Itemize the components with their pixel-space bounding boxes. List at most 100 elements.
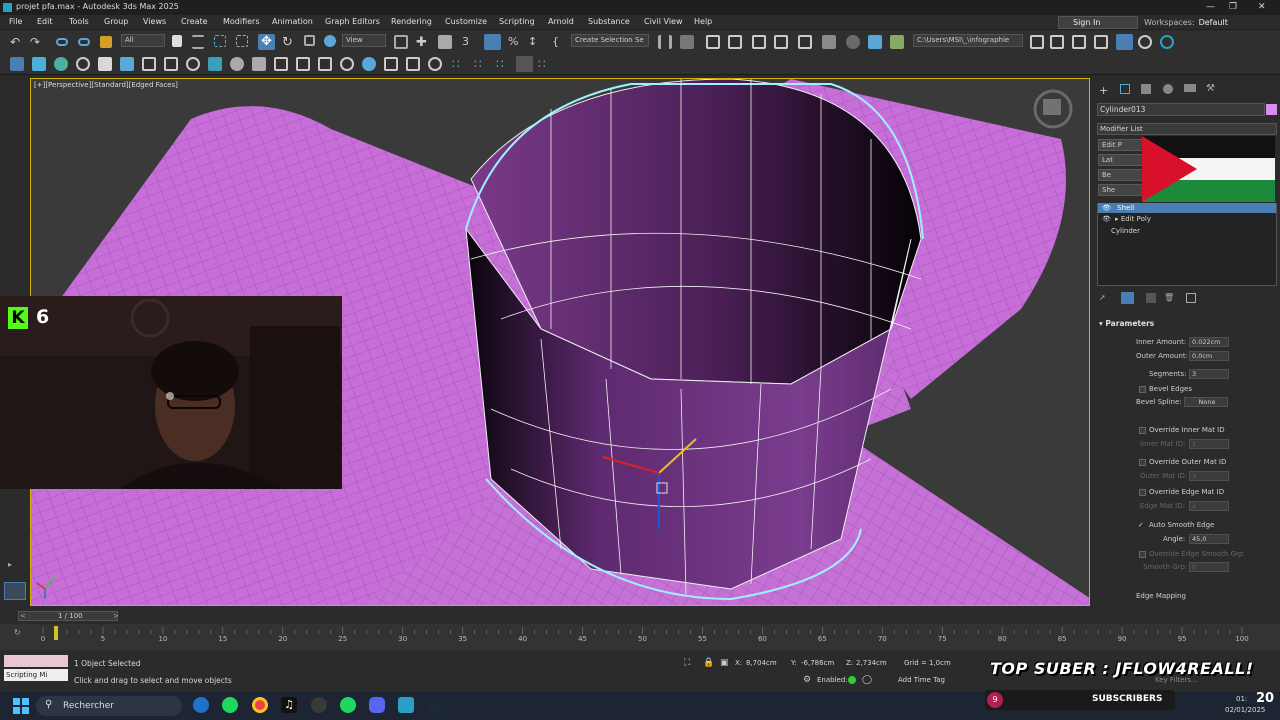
angle-snap-icon[interactable] <box>484 34 501 50</box>
grid-snap-icon[interactable]: ∷ <box>538 57 552 71</box>
rectangular-selection-icon[interactable] <box>214 35 226 47</box>
menu-file[interactable]: File <box>9 17 22 26</box>
expand-arrow-icon[interactable]: ▸ <box>8 560 12 569</box>
open-explorer-icon[interactable] <box>1050 35 1064 49</box>
sign-in-button[interactable]: Sign In <box>1058 16 1138 29</box>
inner-amount-spinner[interactable]: 0,022cm <box>1189 337 1229 347</box>
isolate-selection-icon[interactable]: ⛶ <box>684 658 690 668</box>
menu-substance[interactable]: Substance <box>588 17 630 26</box>
make-unique-icon[interactable] <box>1146 293 1156 303</box>
systems-icon[interactable] <box>318 57 332 71</box>
menu-help[interactable]: Help <box>694 17 712 26</box>
render-setup-icon[interactable] <box>846 35 860 49</box>
windows-start-icon[interactable] <box>13 698 29 714</box>
restore-icon[interactable]: ❐ <box>1229 2 1237 12</box>
help-icon[interactable] <box>1138 35 1152 49</box>
viewport-layout-icon[interactable] <box>1072 35 1086 49</box>
utilities-icon[interactable] <box>120 57 134 71</box>
show-end-result-icon[interactable] <box>1121 292 1134 304</box>
modify-panel-icon[interactable] <box>1120 84 1130 94</box>
edge-mat-spinner[interactable]: 2 <box>1189 501 1229 511</box>
keyboard-shortcut-icon[interactable] <box>438 35 452 49</box>
stack-item-cylinder[interactable]: Cylinder <box>1098 226 1276 236</box>
select-manipulate-icon[interactable]: ✚ <box>416 35 430 50</box>
link-icon[interactable] <box>56 38 68 46</box>
selection-lock-icon[interactable]: 🔒 <box>703 658 714 668</box>
eye-icon[interactable]: 👁 <box>1102 215 1111 223</box>
select-object-icon[interactable] <box>172 35 182 47</box>
bevel-spline-button[interactable]: None <box>1184 397 1228 407</box>
toggle-ribbon-icon[interactable] <box>752 35 766 49</box>
window-crossing-icon[interactable] <box>236 35 248 47</box>
create-panel-icon[interactable]: + <box>1099 84 1109 97</box>
customize-ui-icon[interactable] <box>1094 35 1108 49</box>
layer-explorer-icon[interactable] <box>728 35 742 49</box>
object-color-swatch[interactable] <box>1266 104 1277 115</box>
enabled-indicator[interactable] <box>848 676 856 684</box>
menu-create[interactable]: Create <box>181 17 208 26</box>
taskbar-search-box[interactable]: ⚲ Rechercher <box>36 696 182 716</box>
quick-render-icon[interactable] <box>208 57 222 71</box>
maximize-viewport-icon[interactable] <box>1116 34 1133 50</box>
menu-tools[interactable]: Tools <box>69 17 89 26</box>
workspaces-selector[interactable]: Workspaces: Default <box>1144 18 1228 27</box>
display-panel-icon[interactable] <box>1184 84 1196 92</box>
schematic-view-icon[interactable] <box>798 35 812 49</box>
menu-customize[interactable]: Customize <box>445 17 487 26</box>
x-coordinate[interactable]: 8,704cm <box>746 659 777 667</box>
reference-coordinate-dropdown[interactable]: View <box>342 34 386 47</box>
motion-panel-icon[interactable] <box>1163 84 1173 94</box>
menu-civil-view[interactable]: Civil View <box>644 17 683 26</box>
spinner-snap-icon[interactable]: ↕ <box>528 35 542 49</box>
menu-group[interactable]: Group <box>104 17 128 26</box>
smooth-grp-spinner[interactable]: 0 <box>1189 562 1229 572</box>
mirror-icon[interactable] <box>658 35 672 49</box>
selection-filter[interactable]: All <box>121 34 165 47</box>
curve-editor-icon[interactable] <box>774 35 788 49</box>
close-icon[interactable]: ✕ <box>1258 2 1266 12</box>
taskbar-chrome-icon[interactable] <box>252 697 268 713</box>
scripting-mini-listener[interactable]: Scripting Mi <box>4 669 68 681</box>
outer-amount-spinner[interactable]: 0,0cm <box>1189 351 1229 361</box>
y-coordinate[interactable]: -6,786cm <box>801 659 834 667</box>
stack-item-edit-poly[interactable]: 👁 ▸ Edit Poly <box>1098 214 1276 224</box>
time-cursor[interactable] <box>54 626 58 640</box>
time-slider[interactable]: < 1 / 100 > <box>0 608 1280 624</box>
bind-space-warp-icon[interactable] <box>100 36 112 48</box>
parameters-rollout[interactable]: ▾ Parameters <box>1099 319 1154 328</box>
utilities-panel-icon[interactable]: ⚒ <box>1206 83 1216 94</box>
pivot-point-icon[interactable] <box>394 35 408 49</box>
autodesk-account-icon[interactable] <box>1160 35 1174 49</box>
taskbar-obs-icon[interactable] <box>311 697 327 713</box>
menu-edit[interactable]: Edit <box>37 17 53 26</box>
align-icon[interactable] <box>680 35 694 49</box>
select-and-rotate-icon[interactable]: ↻ <box>282 35 296 50</box>
scene-explorer-icon[interactable] <box>706 35 720 49</box>
light-icon[interactable] <box>230 57 244 71</box>
select-by-name-icon[interactable] <box>192 35 204 49</box>
object-name-field[interactable]: Cylinder013 <box>1097 103 1265 116</box>
outer-mat-spinner[interactable]: 3 <box>1189 471 1229 481</box>
z-coordinate[interactable]: 2,734cm <box>856 659 887 667</box>
maxscript-listener-pink[interactable] <box>4 655 68 667</box>
taskbar-edge-icon[interactable] <box>193 697 209 713</box>
list-icon[interactable] <box>406 57 420 71</box>
hierarchy-panel-icon[interactable] <box>1141 84 1151 94</box>
override-smooth-checkbox[interactable] <box>1139 551 1146 558</box>
viewport-label[interactable]: [+][Perspective][Standard][Edged Faces] <box>34 81 178 89</box>
next-frame-icon[interactable]: > <box>113 612 119 620</box>
angle-spinner[interactable]: 45,0 <box>1189 534 1229 544</box>
face-snap-icon[interactable]: ∷ <box>496 57 510 71</box>
modifier-list-dropdown[interactable]: Modifier List <box>1097 123 1277 135</box>
menu-animation[interactable]: Animation <box>272 17 313 26</box>
menu-arnold[interactable]: Arnold <box>548 17 574 26</box>
inner-mat-spinner[interactable]: 1 <box>1189 439 1229 449</box>
snaps-toggle-icon[interactable]: 3 <box>462 35 476 49</box>
select-and-move-icon[interactable]: ✥ <box>258 34 275 50</box>
menu-modifiers[interactable]: Modifiers <box>223 17 260 26</box>
track-bar[interactable]: 0 5 10 15 20 25 30 35 40 45 50 55 60 65 70 75 80 85 90 95 10… <box>0 624 1280 650</box>
segments-spinner[interactable]: 3 <box>1189 369 1229 379</box>
undo-icon[interactable]: ↶ <box>10 35 24 49</box>
named-selection-sets[interactable]: Create Selection Se <box>571 34 649 47</box>
override-edge-checkbox[interactable] <box>1139 489 1146 496</box>
